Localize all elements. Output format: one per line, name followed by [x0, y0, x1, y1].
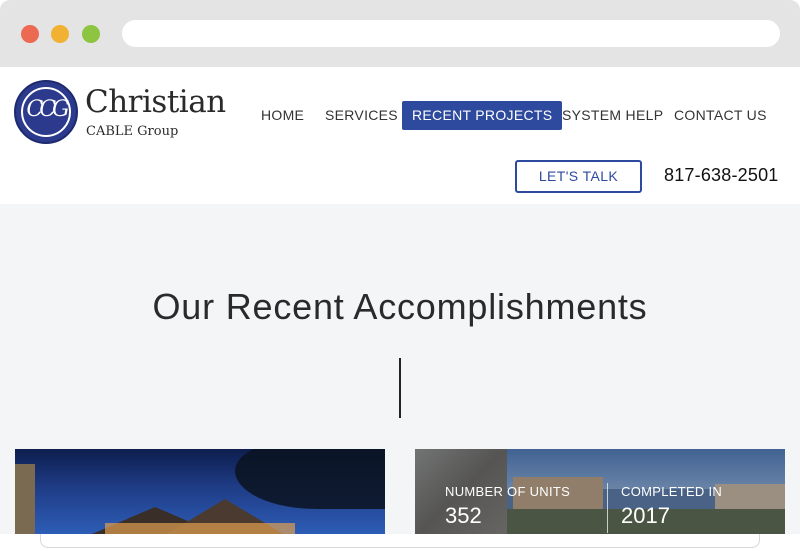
section-heading: Our Recent Accomplishments [152, 286, 648, 327]
stat-value: 352 [445, 503, 482, 528]
site-header: CCG Christian CABLE Group HOME SERVICES … [0, 67, 800, 204]
stat-label: NUMBER OF UNITS [445, 484, 571, 499]
project-card[interactable]: NUMBER OF UNITS 352 COMPLETED IN 2017 [415, 449, 785, 534]
accomplishments-section: Our Recent Accomplishments NUMBER OF UNI… [0, 204, 800, 534]
window-close-button[interactable] [21, 25, 39, 43]
browser-chrome [0, 0, 800, 67]
window-minimize-button[interactable] [51, 25, 69, 43]
stat-value: 2017 [621, 503, 670, 528]
stat-number-of-units: NUMBER OF UNITS 352 [445, 484, 570, 529]
address-bar[interactable] [122, 20, 780, 47]
nav-item-services[interactable]: SERVICES [325, 101, 398, 130]
stat-label: COMPLETED IN [621, 484, 723, 499]
lets-talk-button[interactable]: LET'S TALK [515, 160, 642, 193]
nav-item-home[interactable]: HOME [261, 101, 304, 130]
window-maximize-button[interactable] [82, 25, 100, 43]
phone-number[interactable]: 817-638-2501 [664, 165, 779, 186]
heading-divider [399, 358, 401, 418]
nav-item-recent-projects[interactable]: RECENT PROJECTS [402, 101, 563, 130]
nav-item-contact-us[interactable]: CONTACT US [674, 101, 767, 130]
stat-divider [607, 483, 608, 533]
browser-bottom-edge [40, 534, 760, 548]
nav-item-system-help[interactable]: SYSTEM HELP [562, 101, 663, 130]
project-card[interactable] [15, 449, 385, 534]
main-nav: HOME SERVICES RECENT PROJECTS SYSTEM HEL… [0, 101, 800, 131]
stat-completed-in: COMPLETED IN 2017 [621, 484, 722, 529]
